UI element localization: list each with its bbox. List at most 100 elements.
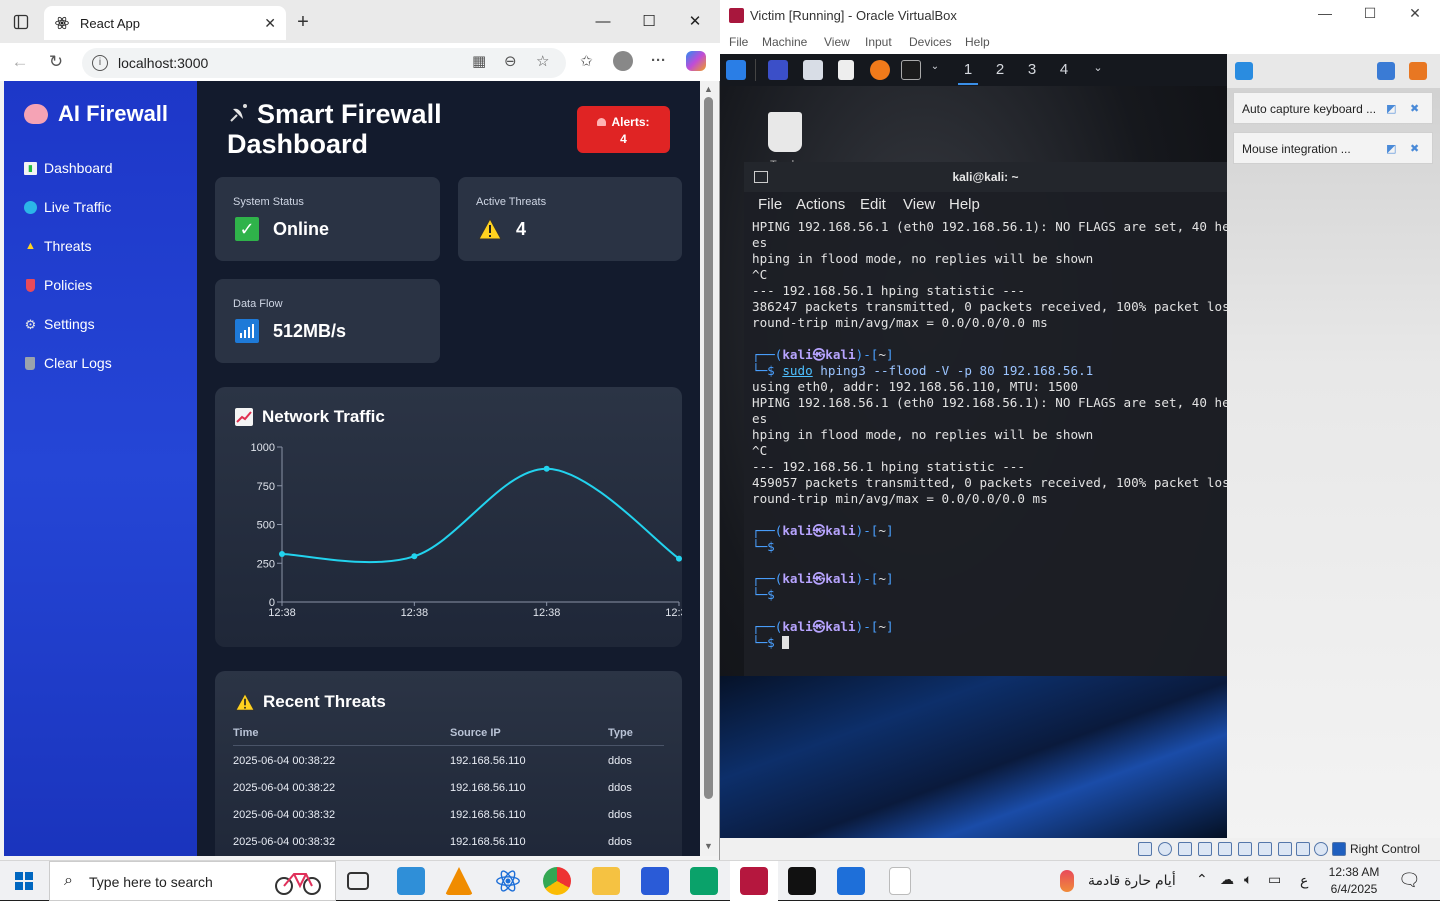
workspace-dropdown-icon[interactable]: ⌄ (1088, 61, 1108, 74)
taskbar-search[interactable]: ⌕ Type here to search (49, 861, 336, 901)
task-view-icon[interactable] (347, 872, 369, 890)
sidebar-item-threats[interactable]: ▲ Threats (24, 238, 91, 254)
maximize-button[interactable]: ☐ (626, 8, 672, 36)
favorite-star-icon[interactable]: ☆ (536, 52, 549, 70)
weather-text[interactable]: أيام حارة قادمة (1088, 872, 1176, 889)
file-manager-icon[interactable] (803, 60, 823, 80)
new-tab-button[interactable]: + (292, 10, 314, 34)
show-desktop-icon[interactable] (768, 60, 788, 80)
copilot-icon[interactable] (686, 51, 706, 71)
onedrive-icon[interactable]: ☁ (1220, 871, 1234, 888)
page-scrollbar[interactable]: ▲ ▼ (700, 81, 718, 856)
close-tab-icon[interactable]: ✕ (264, 15, 276, 32)
workspace-1[interactable]: 1 (958, 61, 978, 85)
workspace-4[interactable]: 4 (1054, 61, 1074, 78)
recording-icon[interactable] (1278, 842, 1292, 856)
windows-start-icon[interactable] (15, 872, 33, 890)
profile-avatar[interactable] (613, 51, 633, 71)
photos-icon[interactable] (837, 867, 865, 895)
dismiss-all-icon[interactable] (1409, 62, 1427, 80)
notification-close-icon[interactable]: ✖ (1410, 142, 1419, 155)
sidebar-item-clear-logs[interactable]: Clear Logs (24, 355, 112, 371)
language-indicator[interactable]: ع (1300, 872, 1308, 889)
vm-screen[interactable]: ⌄ 1 2 3 4 ⌄ Trash kali@kali: ~ File Acti… (720, 54, 1440, 838)
terminal-menu-help[interactable]: Help (949, 196, 980, 213)
terminal-menu-view[interactable]: View (903, 196, 935, 213)
notepad-icon[interactable] (889, 867, 911, 895)
network-tray-icon[interactable]: ▭ (1268, 871, 1281, 888)
notifications-icon[interactable]: 🗨︎ (1398, 870, 1421, 891)
notification-close-icon[interactable]: ✖ (1410, 102, 1419, 115)
trash-desktop-icon[interactable] (768, 112, 802, 152)
menu-input[interactable]: Input (865, 35, 892, 49)
notification-mouse[interactable]: Mouse integration ... ◩ ✖ (1233, 132, 1433, 164)
show-hidden-icons[interactable]: ⌃ (1196, 871, 1208, 888)
vmware-icon[interactable] (397, 867, 425, 895)
optical-drive-icon[interactable] (1158, 842, 1172, 856)
site-info-icon[interactable]: i (92, 55, 108, 71)
terminal-window[interactable]: kali@kali: ~ File Actions Edit View Help… (744, 162, 1366, 676)
favorites-icon[interactable]: ✩ (580, 52, 593, 70)
text-editor-icon[interactable] (838, 60, 854, 80)
workspace-3[interactable]: 3 (1022, 61, 1042, 78)
chrome-icon[interactable] (543, 867, 571, 895)
app-available-icon[interactable]: ▦ (472, 52, 486, 70)
network-icon[interactable] (1198, 842, 1212, 856)
minimize-button[interactable]: — (580, 8, 626, 36)
vt-icon[interactable] (1296, 842, 1310, 856)
sidebar-item-live-traffic[interactable]: Live Traffic (24, 199, 111, 215)
sidebar-item-policies[interactable]: Policies (24, 277, 92, 293)
terminal-taskbar-icon[interactable] (788, 867, 816, 895)
sidebar-item-dashboard[interactable]: ▮ Dashboard (24, 160, 113, 176)
close-window-button[interactable]: ✕ (1395, 5, 1435, 22)
terminal-menu-actions[interactable]: Actions (796, 196, 845, 213)
volume-icon[interactable]: 🔈︎ (1244, 871, 1252, 888)
menu-file[interactable]: File (729, 35, 748, 49)
hard-disk-icon[interactable] (1138, 842, 1152, 856)
sort-icon[interactable] (1377, 62, 1395, 80)
more-menu-icon[interactable]: ··· (651, 52, 666, 69)
file-explorer-icon[interactable] (592, 867, 620, 895)
terminal-menu-file[interactable]: File (758, 196, 782, 213)
address-bar[interactable]: i localhost:3000 (82, 48, 566, 78)
audio-icon[interactable] (1178, 842, 1192, 856)
reload-icon[interactable]: ↻ (46, 52, 66, 72)
workspace-2[interactable]: 2 (990, 61, 1010, 78)
terminal-menu-edit[interactable]: Edit (860, 196, 886, 213)
notification-keyboard[interactable]: Auto capture keyboard ... ◩ ✖ (1233, 92, 1433, 124)
firefox-icon[interactable] (870, 60, 890, 80)
tab-actions-icon[interactable] (8, 9, 34, 35)
alerts-button[interactable]: Alerts: 4 (577, 106, 670, 153)
menu-devices[interactable]: Devices (909, 35, 952, 49)
kali-menu-icon[interactable] (726, 60, 746, 80)
notification-mute-icon[interactable]: ◩ (1386, 142, 1396, 155)
display-icon[interactable] (1258, 842, 1272, 856)
minimize-button[interactable]: — (1305, 5, 1345, 21)
clock[interactable]: 12:38 AM 6/4/2025 (1320, 864, 1388, 898)
scrollbar-thumb[interactable] (704, 97, 713, 799)
react-devtools-icon[interactable] (494, 867, 522, 895)
notification-mute-icon[interactable]: ◩ (1386, 102, 1396, 115)
browser-tab[interactable]: React App ✕ (44, 6, 286, 40)
close-window-button[interactable]: ✕ (672, 8, 718, 36)
menu-help[interactable]: Help (965, 35, 990, 49)
scroll-down-icon[interactable]: ▼ (704, 841, 713, 851)
terminal-dropdown-icon[interactable]: ⌄ (925, 61, 945, 72)
vlc-icon[interactable] (445, 867, 473, 895)
back-icon[interactable]: ← (10, 52, 30, 72)
scroll-up-icon[interactable]: ▲ (704, 84, 713, 94)
guest-additions-icon[interactable] (1314, 842, 1328, 856)
host-key-icon[interactable] (1332, 842, 1346, 856)
notification-center-icon[interactable] (1235, 62, 1253, 80)
menu-view[interactable]: View (824, 35, 850, 49)
shared-folders-icon[interactable] (1238, 842, 1252, 856)
powershell-icon[interactable] (641, 867, 669, 895)
menu-machine[interactable]: Machine (762, 35, 807, 49)
usb-icon[interactable] (1218, 842, 1232, 856)
sidebar-item-settings[interactable]: ⚙ Settings (24, 316, 95, 332)
visual-studio-icon[interactable] (690, 867, 718, 895)
zoom-icon[interactable]: ⊖ (504, 52, 517, 70)
virtualbox-taskbar-icon[interactable] (740, 867, 768, 895)
thermometer-icon[interactable] (1060, 870, 1074, 892)
maximize-button[interactable]: ☐ (1350, 5, 1390, 22)
